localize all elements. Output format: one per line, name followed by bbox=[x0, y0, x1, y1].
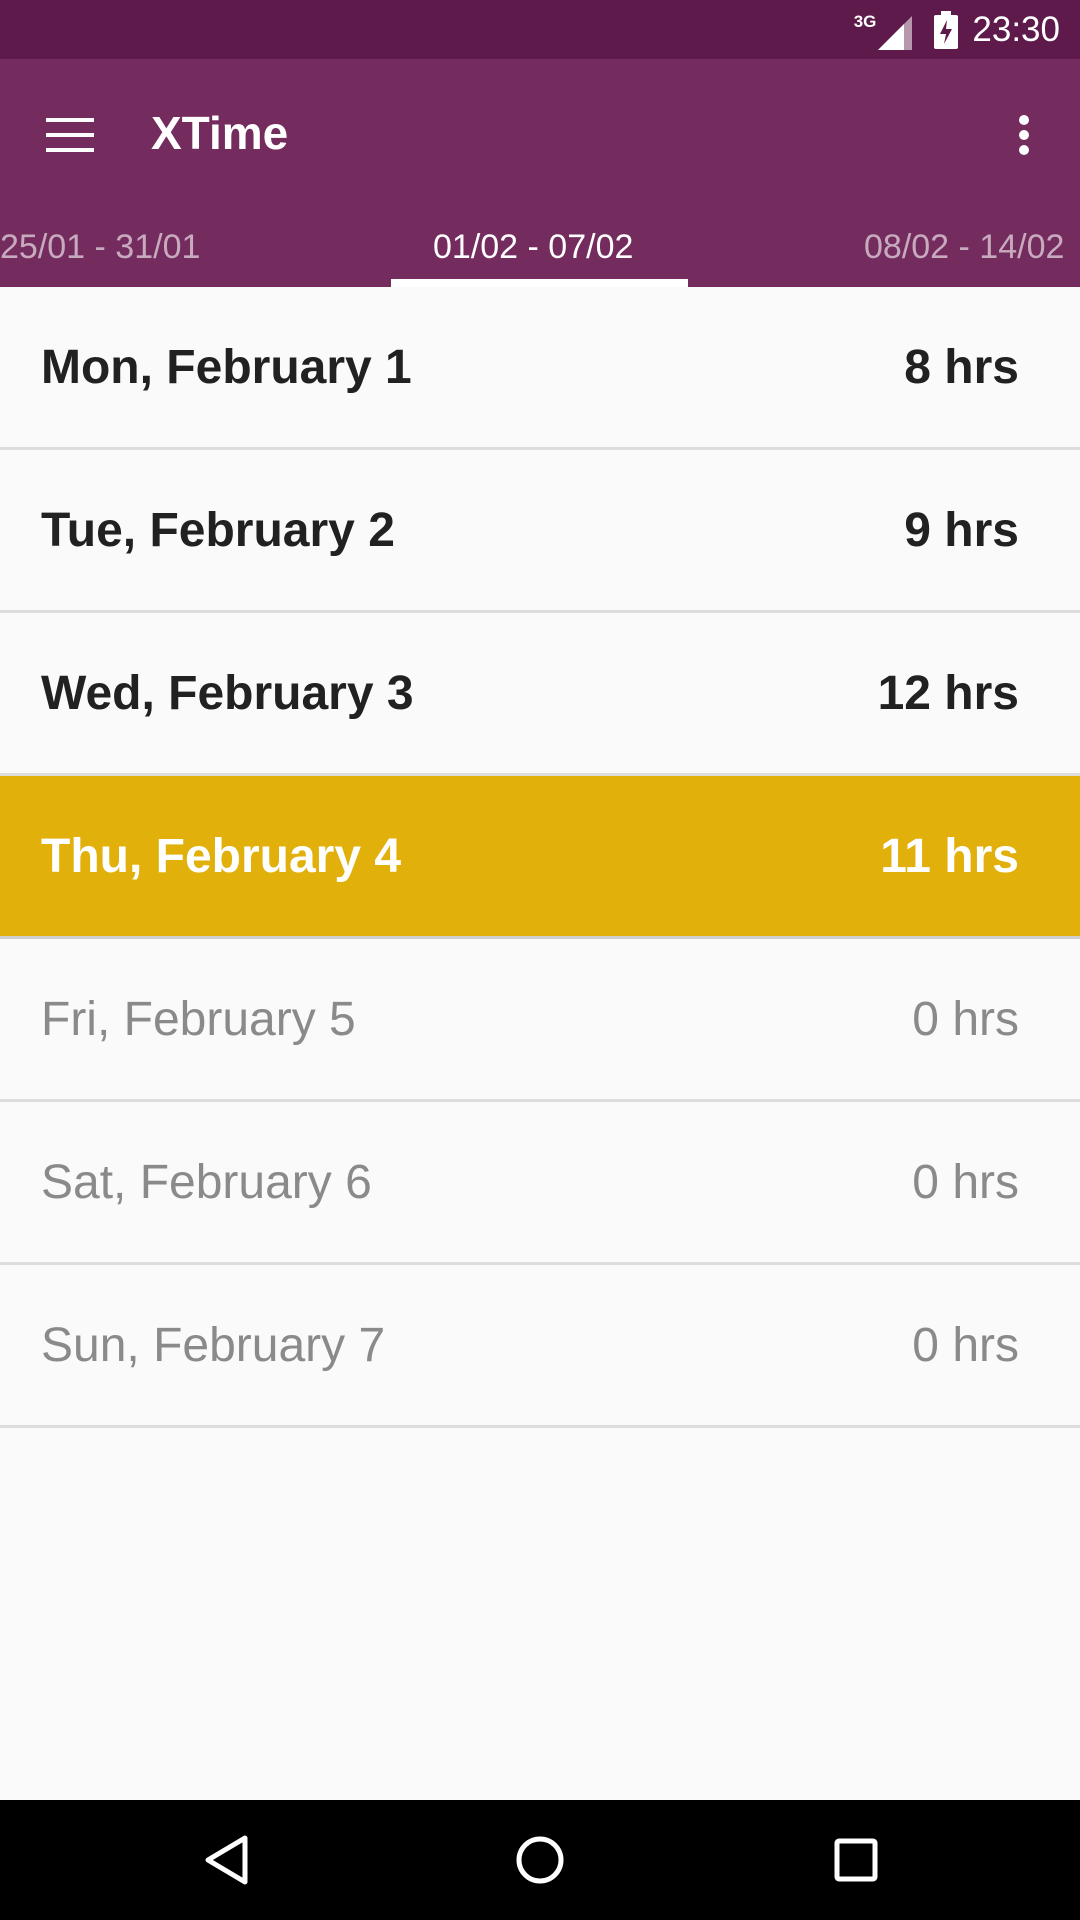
network-type: 3G bbox=[853, 11, 877, 31]
tab-current-week[interactable]: 01/02 - 07/02 bbox=[433, 228, 633, 267]
app-title: XTime bbox=[151, 107, 289, 159]
system-nav-bar bbox=[0, 1800, 1080, 1920]
navigation-menu-button[interactable] bbox=[34, 99, 106, 171]
day-list: Mon, February 1 8 hrs Tue, February 2 9 … bbox=[0, 287, 1080, 1428]
screen: 3G 23:30 XTime 25/01 - 31/01 01/02 - 07/… bbox=[0, 0, 1080, 1920]
app-bar: XTime 25/01 - 31/01 01/02 - 07/02 08/02 … bbox=[0, 59, 1080, 287]
day-row-sunday[interactable]: Sun, February 7 0 hrs bbox=[0, 1265, 1080, 1428]
day-hours: 9 hrs bbox=[904, 503, 1019, 557]
recents-icon bbox=[834, 1838, 878, 1882]
tab-previous-week[interactable]: 25/01 - 31/01 bbox=[0, 228, 200, 267]
status-time: 23:30 bbox=[972, 9, 1060, 49]
day-hours: 0 hrs bbox=[912, 1318, 1019, 1372]
status-bar: 3G 23:30 bbox=[0, 0, 1080, 59]
day-label: Wed, February 3 bbox=[41, 666, 414, 720]
day-row-monday[interactable]: Mon, February 1 8 hrs bbox=[0, 287, 1080, 450]
day-label: Sat, February 6 bbox=[41, 1155, 372, 1209]
day-hours: 8 hrs bbox=[904, 340, 1019, 394]
back-icon bbox=[205, 1835, 248, 1885]
back-button[interactable] bbox=[188, 1822, 264, 1898]
day-label: Fri, February 5 bbox=[41, 992, 356, 1046]
day-row-thursday[interactable]: Thu, February 4 11 hrs bbox=[0, 776, 1080, 939]
tab-next-week[interactable]: 08/02 - 14/02 bbox=[864, 228, 1064, 267]
day-row-wednesday[interactable]: Wed, February 3 12 hrs bbox=[0, 613, 1080, 776]
day-row-tuesday[interactable]: Tue, February 2 9 hrs bbox=[0, 450, 1080, 613]
day-hours: 0 hrs bbox=[912, 992, 1019, 1046]
recents-button[interactable] bbox=[818, 1822, 894, 1898]
day-label: Mon, February 1 bbox=[41, 340, 412, 394]
signal-icon bbox=[878, 15, 913, 50]
day-row-friday[interactable]: Fri, February 5 0 hrs bbox=[0, 939, 1080, 1102]
home-icon bbox=[516, 1836, 564, 1884]
day-label: Tue, February 2 bbox=[41, 503, 395, 557]
day-hours: 12 hrs bbox=[877, 666, 1019, 720]
battery-icon bbox=[934, 10, 959, 49]
overflow-menu-button[interactable] bbox=[988, 99, 1060, 171]
toolbar: XTime bbox=[0, 59, 1080, 204]
overflow-menu-icon bbox=[1019, 115, 1029, 155]
signal-indicator: 3G bbox=[854, 10, 913, 50]
day-hours: 11 hrs bbox=[880, 829, 1019, 883]
home-button[interactable] bbox=[502, 1822, 578, 1898]
day-label: Sun, February 7 bbox=[41, 1318, 386, 1372]
day-row-saturday[interactable]: Sat, February 6 0 hrs bbox=[0, 1102, 1080, 1265]
day-hours: 0 hrs bbox=[912, 1155, 1019, 1209]
menu-icon bbox=[46, 118, 94, 152]
tab-indicator bbox=[391, 279, 688, 287]
week-tabs: 25/01 - 31/01 01/02 - 07/02 08/02 - 14/0… bbox=[0, 204, 1080, 287]
day-label: Thu, February 4 bbox=[41, 829, 402, 883]
